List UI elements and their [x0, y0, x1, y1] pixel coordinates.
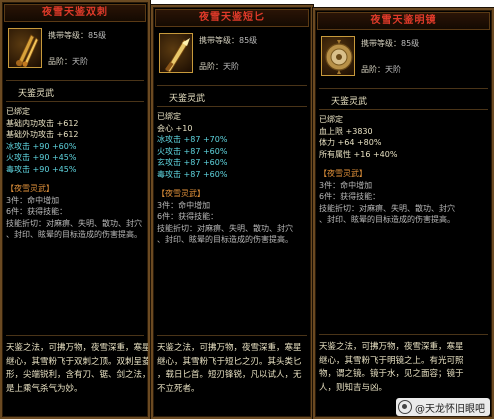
item-header: 携带等级：85级 品阶：天阶 [153, 27, 311, 85]
stat-line: 冰攻击 +87 +70% [157, 135, 228, 144]
source-watermark: @天龙怀旧眼吧 [396, 398, 490, 416]
item-category: 天鉴灵武 [169, 94, 206, 104]
flavor-line: ，载日匕首。短刃锋锐，凡以试人，无 [157, 370, 302, 380]
item-flavor-text: 天鉴之法，可拂万物，夜雪深重，寒星 继心，其雪粉飞于双刺之顶。双刺呈菱 形，尖端… [6, 342, 150, 396]
item-grade: 品阶：天阶 [361, 64, 401, 75]
bound-status: 已绑定 [157, 112, 181, 121]
flavor-line: 天鉴之法，可拂万物，夜雪深重，寒星 [157, 343, 302, 353]
grade-value: 天阶 [72, 57, 88, 66]
item-category: 天鉴灵武 [331, 97, 368, 107]
stat-line: 会心 +10 [157, 123, 193, 133]
paw-icon [398, 400, 412, 414]
item-title: 夜雪天鉴短匕 [155, 9, 309, 27]
flavor-line: 人，则知吉与凶。 [319, 382, 388, 393]
carry-level-label: 携带等级： [199, 36, 239, 45]
watermark-text: @天龙怀旧眼吧 [415, 403, 485, 415]
stat-line: 毒攻击 +90 +45% [6, 164, 77, 174]
stat-line: 玄攻击 +87 +60% [157, 158, 228, 167]
item-title: 夜雪天鉴双刺 [4, 4, 146, 22]
item-tooltip-short-dagger: 夜雪天鉴短匕 携带等级：85级 品阶：天阶 天鉴灵武 已绑定 会心 +10 冰攻… [151, 5, 313, 419]
item-title: 夜雪天鉴明镜 [317, 12, 490, 30]
item-grade: 品阶：天阶 [48, 56, 88, 67]
item-stats: 已绑定 基础内功攻击 +612 基础外功攻击 +612 冰攻击 +90 +60%… [2, 102, 148, 241]
flavor-line: 物，谓之镜。镜于水，见之面容；镜于 [319, 369, 464, 379]
bound-status: 已绑定 [319, 115, 343, 124]
set-bonus-line: 6件：获得技能： [6, 207, 68, 216]
grade-label: 品阶： [199, 62, 223, 71]
set-bonus-line: 、封印、眩晕的目标造成的伤害提高。 [319, 215, 455, 224]
divider [157, 335, 307, 336]
stat-line: 基础内功攻击 +612 [6, 118, 79, 128]
set-bonus-line: 、封印、眩晕的目标造成的伤害提高。 [157, 235, 293, 244]
flavor-line: 不立死者。 [157, 383, 200, 394]
flavor-line: 继心，其雪粉飞于明镜之上。有光可照 [319, 355, 464, 366]
set-bonus-line: 技能折切：对麻痹、失明、散功、封穴 [6, 218, 142, 228]
grade-value: 天阶 [223, 62, 239, 71]
stat-line: 火攻击 +87 +60% [157, 146, 228, 156]
grade-label: 品阶： [48, 57, 72, 66]
set-bonus-line: 技能折切：对麻痹、失明、散功、封穴 [157, 223, 293, 233]
item-header: 携带等级：85级 品阶：天阶 [315, 30, 492, 88]
grade-value: 天阶 [385, 65, 401, 74]
flavor-line: 继心，其雪粉飞于双刺之顶。双刺呈菱 [6, 356, 150, 367]
carry-level-label: 携带等级： [361, 39, 401, 48]
twin-daggers-icon [8, 28, 42, 68]
set-bonus-line: 6件：获得技能： [157, 212, 219, 221]
set-bonus-line: 6件：获得技能： [319, 192, 381, 201]
stat-line: 火攻击 +90 +45% [6, 153, 77, 162]
item-stats: 已绑定 血上限 +3830 体力 +64 +80% 所有属性 +16 +40% … [315, 110, 492, 226]
screenshot-stage: 夜雪天鉴双刺 携带等级：85级 品阶：天阶 天鉴灵武 已绑定 基础内功攻击 +6… [0, 0, 494, 419]
stat-line: 基础外功攻击 +612 [6, 130, 79, 139]
item-category: 天鉴灵武 [18, 89, 55, 99]
stat-line: 毒攻击 +87 +60% [157, 169, 228, 179]
set-bonus-line: 技能折切：对麻痹、失明、散功、封穴 [319, 203, 455, 213]
item-stats: 已绑定 会心 +10 冰攻击 +87 +70% 火攻击 +87 +60% 玄攻击… [153, 107, 311, 246]
carry-level-value: 85级 [401, 39, 420, 48]
stat-line: 血上限 +3830 [319, 126, 373, 136]
item-tooltip-bright-mirror: 夜雪天鉴明镜 携带等级：85级 品阶：天阶 天鉴灵武 已绑定 血上限 +3830… [313, 8, 494, 419]
stat-line: 所有属性 +16 +40% [319, 149, 398, 159]
carry-level: 携带等级：85级 [199, 35, 257, 46]
flavor-line: 是上乘气杀气为妙。 [6, 383, 83, 394]
flavor-line: 继心，其雪粉飞于短匕之刃。其头类匕 [157, 356, 302, 367]
carry-level: 携带等级：85级 [361, 38, 419, 49]
divider [6, 335, 144, 336]
short-dagger-icon [159, 33, 193, 73]
stat-line: 冰攻击 +90 +60% [6, 141, 77, 151]
set-name: 【夜雪灵武】 [157, 189, 205, 198]
flavor-line: 形，尖端锐利，含有刀、锯、剑之法， [6, 370, 150, 380]
carry-level-label: 携带等级： [48, 31, 88, 40]
carry-level: 携带等级：85级 [48, 30, 106, 41]
set-bonus-line: 、封印、眩晕的目标造成的伤害提高。 [6, 230, 142, 239]
set-name: 【夜雪灵武】 [319, 169, 367, 178]
item-header: 携带等级：85级 品阶：天阶 [2, 22, 148, 80]
bound-status: 已绑定 [6, 107, 30, 116]
item-tooltip-twin-daggers: 夜雪天鉴双刺 携带等级：85级 品阶：天阶 天鉴灵武 已绑定 基础内功攻击 +6… [0, 0, 150, 419]
set-bonus-line: 3件：命中增加 [319, 180, 373, 190]
bronze-mirror-icon [321, 36, 355, 76]
item-flavor-text: 天鉴之法，可拂万物，夜雪深重，寒星 继心，其雪粉飞于明镜之上。有光可照 物，谓之… [319, 341, 488, 395]
carry-level-value: 85级 [88, 31, 107, 40]
item-flavor-text: 天鉴之法，可拂万物，夜雪深重，寒星 继心，其雪粉飞于短匕之刃。其头类匕 ，载日匕… [157, 342, 307, 396]
set-bonus-line: 3件：命中增加 [6, 195, 60, 205]
grade-label: 品阶： [361, 65, 385, 74]
item-grade: 品阶：天阶 [199, 61, 239, 72]
divider [319, 334, 488, 335]
flavor-line: 天鉴之法，可拂万物，夜雪深重，寒星 [6, 343, 150, 353]
stat-line: 体力 +64 +80% [319, 138, 382, 147]
flavor-line: 天鉴之法，可拂万物，夜雪深重，寒星 [319, 342, 464, 352]
set-bonus-line: 3件：命中增加 [157, 200, 211, 210]
set-name: 【夜雪灵武】 [6, 184, 54, 193]
carry-level-value: 85级 [239, 36, 258, 45]
